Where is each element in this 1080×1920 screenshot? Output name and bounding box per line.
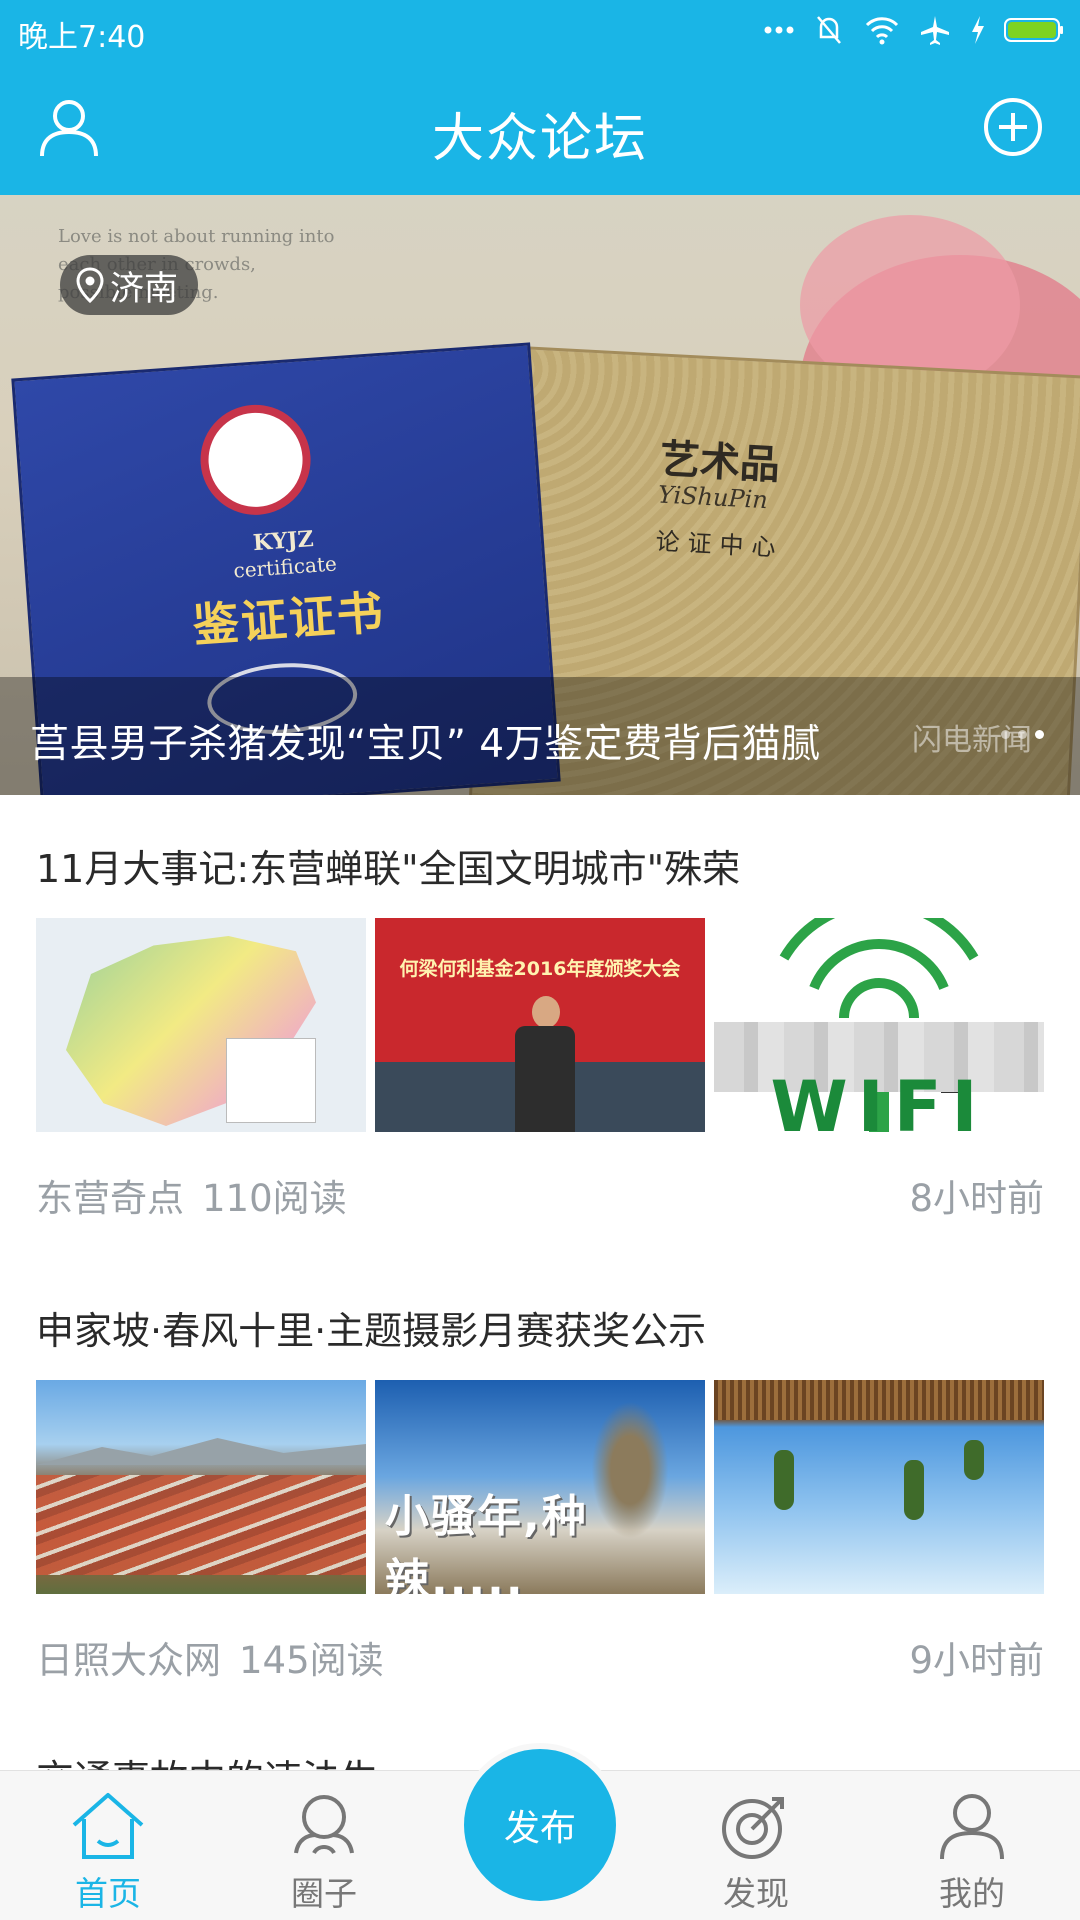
article-title-peek[interactable]: 交通事故中的违法生	[36, 1748, 378, 1770]
article-time: 9小时前	[909, 1639, 1044, 1682]
nav-mine[interactable]: 我的	[912, 1791, 1032, 1920]
more-dots-icon	[764, 26, 794, 34]
circle-community-icon	[294, 1795, 354, 1855]
wifi-letters: WIFI	[770, 1066, 988, 1132]
carousel-dot-active[interactable]	[1035, 730, 1044, 739]
status-icons	[764, 10, 1064, 50]
trellis-roof	[714, 1380, 1044, 1420]
nav-discover-label: 发现	[723, 1874, 789, 1913]
thumbnail-image[interactable]	[36, 1380, 366, 1594]
seal-emblem	[196, 401, 315, 519]
gold-book-subtitle: YiShuPin	[657, 480, 769, 515]
article-title[interactable]: 11月大事记:东营蝉联"全国文明城市"殊荣	[36, 838, 740, 893]
featured-banner[interactable]: Love is not about running into each othe…	[0, 195, 1080, 795]
location-pin-icon	[76, 267, 104, 303]
map-legend	[226, 1038, 316, 1123]
gourd	[774, 1450, 794, 1510]
nav-circle[interactable]: 圈子	[264, 1791, 384, 1920]
airplane-icon	[921, 16, 949, 45]
award-person	[515, 996, 575, 1132]
thumbnail-image[interactable]: WIFI	[714, 918, 1044, 1132]
thumbnail-image[interactable]	[714, 1380, 1044, 1594]
thumbnail-image[interactable]: 何梁何利基金2016年度颁奖大会	[375, 918, 705, 1132]
article-source[interactable]: 日照大众网	[36, 1639, 221, 1682]
article-meta: 东营奇点 110阅读	[36, 1168, 347, 1222]
battery-icon	[1004, 18, 1063, 42]
home-icon	[72, 1793, 144, 1859]
village-roofs	[36, 1475, 366, 1575]
article-thumbnails: 何梁何利基金2016年度颁奖大会 WIFI	[36, 918, 1044, 1132]
location-label: 济南	[110, 268, 178, 309]
location-selector[interactable]: 济南	[60, 255, 198, 315]
banner-caption-bar: 莒县男子杀猪发现“宝贝” 4万鉴定费背后猫腻 闪电新闻	[0, 677, 1080, 795]
publish-button[interactable]: 发布	[458, 1743, 622, 1907]
banner-script-line: Love is not about running into	[58, 226, 335, 247]
status-time: 晚上7:40	[18, 20, 146, 55]
article-card[interactable]: 11月大事记:东营蝉联"全国文明城市"殊荣 何梁何利基金2016年度颁奖大会 W…	[0, 838, 1080, 1238]
gold-book-sub2: 论证中心	[654, 527, 785, 563]
article-thumbnails: 小骚年,种辣.....	[36, 1380, 1044, 1594]
article-card[interactable]: 申家坡·春风十里·主题摄影月赛获奖公示 小骚年,种辣..... 日照大众网 145…	[0, 1300, 1080, 1700]
article-title[interactable]: 申家坡·春风十里·主题摄影月赛获奖公示	[36, 1300, 706, 1355]
award-banner-text: 何梁何利基金2016年度颁奖大会	[399, 958, 681, 980]
nav-circle-label: 圈子	[291, 1874, 357, 1913]
status-bar: 晚上7:40	[0, 0, 1080, 60]
article-reads: 145阅读	[239, 1639, 384, 1682]
mountains	[36, 1438, 366, 1465]
plus-circle-icon	[984, 98, 1042, 156]
mute-icon	[817, 16, 841, 44]
discover-target-icon	[722, 1797, 784, 1859]
banner-caption: 莒县男子杀猪发现“宝贝” 4万鉴定费背后猫腻	[30, 722, 821, 767]
gourd	[904, 1460, 924, 1520]
charging-icon	[972, 16, 984, 44]
wifi-icon	[865, 17, 899, 45]
article-time: 8小时前	[909, 1177, 1044, 1220]
article-reads: 110阅读	[202, 1177, 347, 1220]
carousel-dot[interactable]	[1001, 730, 1010, 739]
article-source[interactable]: 东营奇点	[36, 1177, 184, 1220]
carousel-dot[interactable]	[1018, 730, 1027, 739]
carousel-dots	[1001, 730, 1044, 739]
add-button[interactable]	[982, 96, 1044, 158]
article-meta: 日照大众网 145阅读	[36, 1630, 384, 1684]
thumbnail-image[interactable]	[36, 918, 366, 1132]
sign-letters: 小骚年,种辣.....	[385, 1491, 588, 1594]
user-icon	[940, 1794, 1004, 1860]
page-title: 大众论坛	[431, 109, 648, 169]
app-header: 大众论坛	[0, 60, 1080, 195]
gourd	[964, 1440, 984, 1480]
nav-discover[interactable]: 发现	[696, 1791, 816, 1920]
nav-home[interactable]: 首页	[48, 1791, 168, 1920]
nav-home-label: 首页	[75, 1874, 141, 1913]
nav-mine-label: 我的	[939, 1874, 1005, 1913]
thumbnail-image[interactable]: 小骚年,种辣.....	[375, 1380, 705, 1594]
